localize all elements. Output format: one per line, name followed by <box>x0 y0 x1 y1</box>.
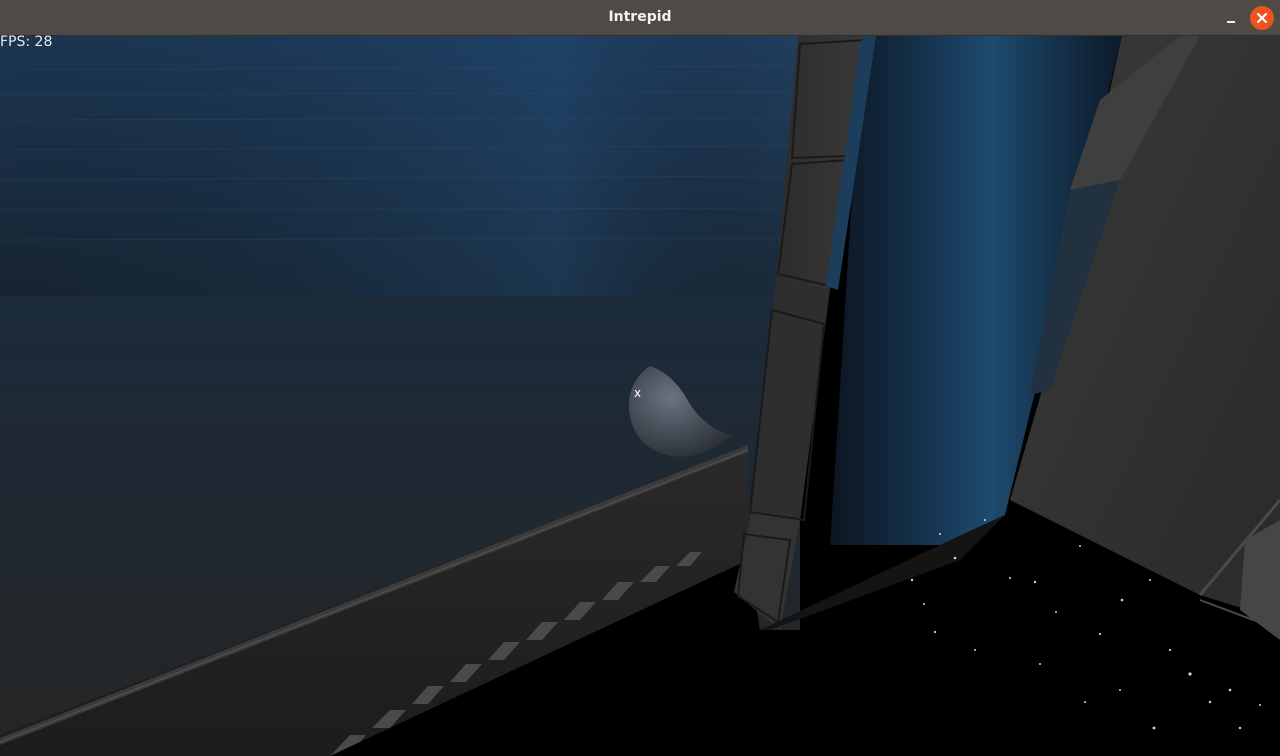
window-title: Intrepid <box>608 9 672 25</box>
minimize-button[interactable] <box>1221 8 1241 28</box>
fps-counter: FPS: 28 <box>0 34 53 50</box>
close-button[interactable] <box>1250 6 1274 30</box>
crosshair: x <box>634 386 642 400</box>
window-titlebar[interactable]: Intrepid <box>0 0 1280 36</box>
close-icon <box>1257 13 1267 23</box>
